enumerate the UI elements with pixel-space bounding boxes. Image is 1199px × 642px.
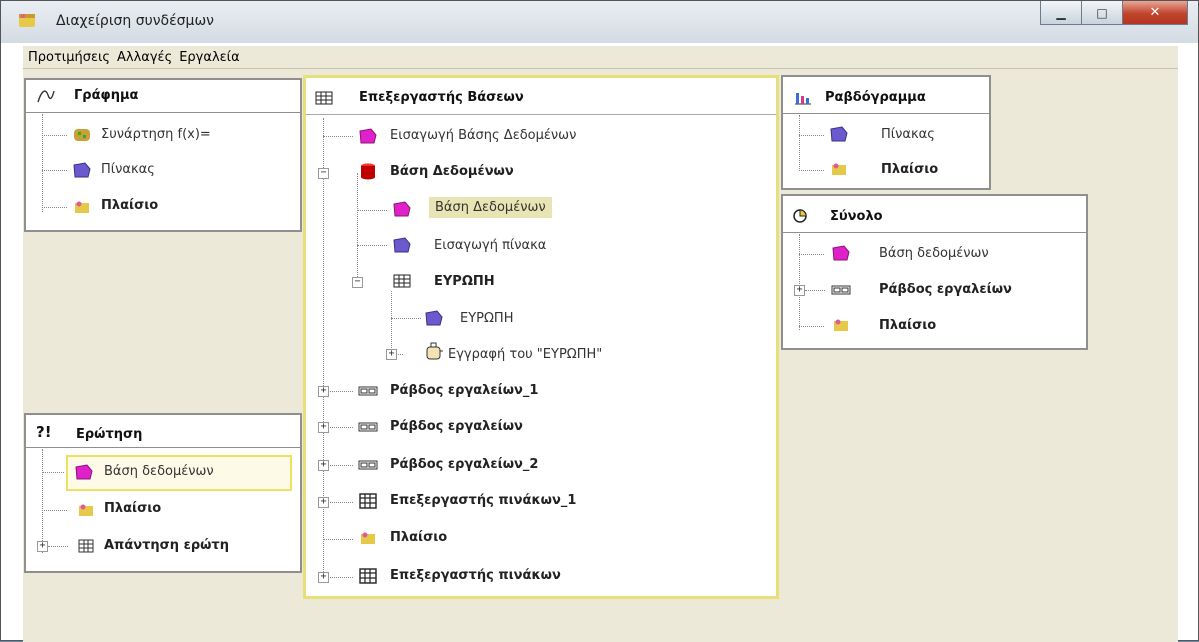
bar-chart-panel-title: Ραβδόγραμμα (825, 90, 926, 105)
database-icon (832, 245, 850, 261)
tree-item-label: Ράβδος εργαλείων_1 (390, 383, 539, 398)
close-icon: ✕ (1149, 5, 1161, 20)
expand-icon[interactable]: + (37, 541, 48, 552)
table-grid-icon (359, 568, 377, 584)
tree-item-label: Ράβδος εργαλείων (390, 419, 523, 434)
set-icon (793, 209, 807, 223)
tree-item-label: Πίνακας (881, 127, 935, 142)
caption-buttons: ▁ □ ✕ (1040, 1, 1188, 25)
question-panel[interactable]: ?! Ερώτηση Βάση δεδομένων Πλαίσιο + Απάν… (24, 413, 302, 573)
tree-item-label: Εισαγωγή πίνακα (434, 238, 547, 253)
question-panel-title: Ερώτηση (76, 427, 143, 442)
window-title: Διαχείριση συνδέσμων (56, 13, 215, 29)
menu-bar: Προτιμήσεις Αλλαγές Εργαλεία (23, 46, 1178, 69)
frame-icon (361, 532, 375, 544)
database-cylinder-icon (361, 163, 375, 180)
toolbar-icon (358, 422, 378, 432)
tree-item-label: Πλαίσιο (101, 198, 159, 213)
frame-icon (79, 504, 93, 516)
tree-item-label: Απάντηση ερώτη (104, 538, 229, 553)
table-icon (73, 162, 91, 178)
db-editor-panel-title: Επεξεργαστής Βάσεων (359, 90, 524, 105)
collapse-icon[interactable]: − (318, 168, 329, 179)
tree-item-label: Πλαίσιο (390, 530, 448, 545)
grid-icon (393, 274, 411, 288)
close-button[interactable]: ✕ (1122, 1, 1188, 25)
tree-item-label: Πλαίσιο (881, 162, 939, 177)
tree-item-label: Εγγραφή του "ΕΥΡΩΠΗ" (448, 347, 603, 362)
grid-icon (315, 91, 333, 105)
tree-item-label: Πλαίσιο (104, 501, 162, 516)
menu-tools[interactable]: Εργαλεία (179, 50, 239, 65)
bar-chart-icon (795, 93, 811, 105)
expand-icon[interactable]: + (318, 572, 329, 583)
graph-panel-header[interactable] (26, 80, 300, 113)
expand-icon[interactable]: + (318, 497, 329, 508)
tree-item-label: Επεξεργαστής πινάκων_1 (390, 493, 577, 508)
graph-panel[interactable]: Γράφημα Συνάρτηση f(x)= Πίνακας Πλαίσιο (24, 78, 302, 232)
minimize-icon: ▁ (1056, 5, 1066, 20)
frame-icon (834, 319, 848, 331)
maximize-icon: □ (1096, 5, 1108, 20)
tree-item-database[interactable]: Βάση δεδομένων (66, 455, 292, 491)
tree-item-label: Βάση Δεδομένων (429, 197, 552, 218)
function-icon (74, 129, 90, 141)
tree-item-label: ΕΥΡΩΠΗ (434, 274, 495, 289)
tree-item-label: Πίνακας (101, 162, 155, 177)
tree-item-label: Εισαγωγή Βάσης Δεδομένων (390, 128, 577, 143)
application-window: Διαχείριση συνδέσμων ▁ □ ✕ Προτιμήσεις Αλ… (0, 0, 1199, 642)
minimize-button[interactable]: ▁ (1040, 1, 1082, 25)
table-icon (830, 126, 848, 142)
database-icon (75, 464, 93, 480)
app-icon (19, 14, 35, 27)
expand-icon[interactable]: + (318, 422, 329, 433)
toolbar-icon (831, 285, 851, 295)
graph-panel-title: Γράφημα (74, 88, 139, 103)
question-icon: ?! (36, 423, 52, 441)
set-panel-header[interactable] (783, 196, 1086, 233)
table-icon (393, 237, 411, 253)
tree-item-label: Βάση δεδομένων (879, 246, 989, 261)
maximize-button[interactable]: □ (1081, 1, 1123, 25)
tree-item-label: Βάση δεδομένων (104, 464, 214, 479)
expand-icon[interactable]: + (794, 285, 805, 296)
toolbar-icon (358, 460, 378, 470)
tree-item-label: Συνάρτηση f(x)= (101, 127, 211, 142)
database-icon (393, 201, 411, 217)
set-panel-title: Σύνολο (830, 209, 883, 224)
frame-icon (75, 201, 89, 213)
set-panel[interactable]: Σύνολο Βάση δεδομένων + Ράβδος εργαλείων… (781, 194, 1088, 350)
question-panel-header[interactable] (26, 415, 300, 448)
expand-icon[interactable]: + (318, 386, 329, 397)
function-curve-icon (37, 90, 55, 103)
db-editor-panel[interactable]: Επεξεργαστής Βάσεων Εισαγωγή Βάσης Δεδομ… (303, 75, 779, 599)
grid-icon (78, 539, 94, 553)
expand-icon[interactable]: + (386, 349, 397, 360)
expand-icon[interactable]: + (318, 460, 329, 471)
tree-item-label: Ράβδος εργαλείων (879, 282, 1012, 297)
tree-item-label: Επεξεργαστής πινάκων (390, 568, 561, 583)
title-bar[interactable]: Διαχείριση συνδέσμων ▁ □ ✕ (1, 1, 1198, 43)
tree-item-label: ΕΥΡΩΠΗ (460, 311, 514, 326)
tree-item-label: Ράβδος εργαλείων_2 (390, 457, 539, 472)
table-icon (425, 310, 443, 326)
record-jar-icon (426, 342, 443, 360)
database-icon (359, 128, 377, 144)
table-grid-icon (359, 493, 377, 509)
frame-icon (832, 163, 846, 175)
toolbar-icon (358, 386, 378, 396)
tree-item-label: Πλαίσιο (879, 318, 937, 333)
tree-item-label: Βάση Δεδομένων (390, 164, 514, 179)
menu-changes[interactable]: Αλλαγές (117, 50, 172, 65)
bar-chart-panel[interactable]: Ραβδόγραμμα Πίνακας Πλαίσιο (781, 75, 991, 190)
menu-preferences[interactable]: Προτιμήσεις (28, 50, 110, 65)
collapse-icon[interactable]: − (352, 277, 363, 288)
